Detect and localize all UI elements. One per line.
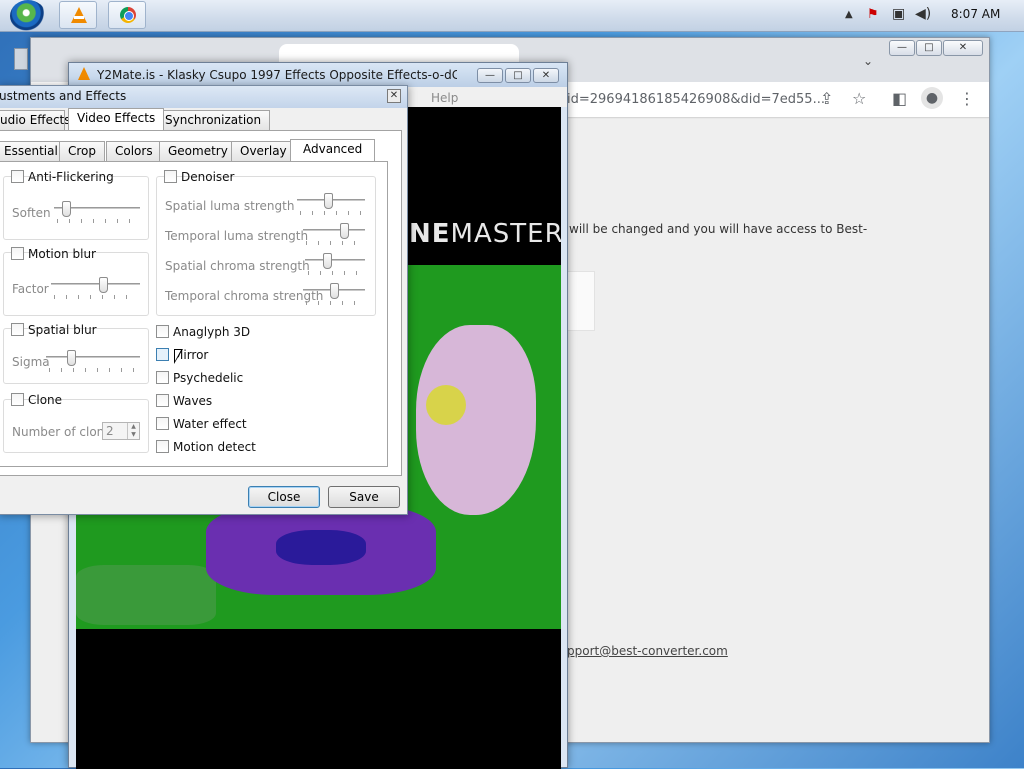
address-bar[interactable]: id=29694186185426908&did=7ed55... bbox=[567, 92, 825, 107]
taskbar-vlc-button[interactable] bbox=[59, 1, 97, 29]
video-overlay-text: NEMASTER bbox=[409, 219, 561, 249]
denoiser-checkbox[interactable] bbox=[164, 170, 177, 183]
temporal-luma-slider[interactable] bbox=[303, 223, 365, 245]
anaglyph-3d-label: Anaglyph 3D bbox=[173, 325, 251, 339]
waves-label: Waves bbox=[173, 394, 213, 408]
soften-slider[interactable] bbox=[54, 201, 140, 223]
factor-slider[interactable] bbox=[51, 277, 140, 299]
soften-label: Soften bbox=[12, 206, 51, 220]
taskbar-chrome-button[interactable] bbox=[108, 1, 146, 29]
psychedelic-label: Psychedelic bbox=[173, 371, 244, 385]
mouse-cursor-icon bbox=[174, 349, 183, 364]
star-icon[interactable]: ☆ bbox=[852, 89, 866, 108]
adjustments-dialog: ustments and Effects ✕ udio Effects Vide… bbox=[0, 85, 408, 515]
dialog-title: ustments and Effects bbox=[0, 89, 127, 103]
anaglyph-3d-checkbox[interactable] bbox=[156, 325, 169, 338]
spatial-chroma-label: Spatial chroma strength bbox=[165, 259, 310, 273]
chevron-up-icon[interactable]: ▲ bbox=[845, 9, 853, 20]
spatial-blur-checkbox[interactable] bbox=[11, 323, 24, 336]
anti-flickering-checkbox[interactable] bbox=[11, 170, 24, 183]
waves-checkbox[interactable] bbox=[156, 394, 169, 407]
anti-flickering-label: Anti-Flickering bbox=[28, 170, 114, 184]
water-effect-checkbox[interactable] bbox=[156, 417, 169, 430]
chrome-icon bbox=[120, 7, 136, 23]
maximize-button[interactable]: □ bbox=[505, 68, 531, 83]
page-text: will be changed and you will have access… bbox=[569, 222, 868, 236]
support-email-link[interactable]: pport@best-converter.com bbox=[567, 644, 728, 658]
taskbar: ▲ ⚑ ▣ ◀) 8:07 AM bbox=[0, 0, 1024, 32]
chrome-window-controls: — □ ✕ bbox=[888, 39, 983, 57]
denoiser-label: Denoiser bbox=[181, 170, 235, 184]
factor-label: Factor bbox=[12, 282, 49, 296]
tab-essential[interactable]: Essential bbox=[0, 141, 67, 161]
minimize-button[interactable]: — bbox=[477, 68, 503, 83]
temporal-luma-label: Temporal luma strength bbox=[165, 229, 309, 243]
desktop-icon[interactable] bbox=[14, 48, 28, 70]
motion-detect-label: Motion detect bbox=[173, 440, 256, 454]
clone-label: Clone bbox=[28, 393, 63, 407]
vlc-icon bbox=[71, 7, 87, 23]
motion-detect-checkbox[interactable] bbox=[156, 440, 169, 453]
tab-geometry[interactable]: Geometry bbox=[159, 141, 237, 161]
temporal-chroma-slider[interactable] bbox=[303, 283, 365, 305]
network-error-icon[interactable]: ⚑ bbox=[867, 7, 879, 22]
water-effect-label: Water effect bbox=[173, 417, 247, 431]
tab-video-effects[interactable]: Video Effects bbox=[68, 108, 165, 130]
vlc-title: Y2Mate.is - Klasky Csupo 1997 Effects Op… bbox=[97, 68, 457, 82]
close-button[interactable]: ✕ bbox=[533, 68, 559, 83]
spin-arrows-icon[interactable]: ▲ ▼ bbox=[127, 423, 139, 439]
close-button[interactable]: Close bbox=[248, 486, 320, 508]
start-button[interactable] bbox=[10, 0, 46, 32]
vlc-titlebar: Y2Mate.is - Klasky Csupo 1997 Effects Op… bbox=[69, 63, 567, 87]
speaker-icon[interactable]: ◀) bbox=[915, 6, 931, 22]
tab-overlay[interactable]: Overlay bbox=[231, 141, 296, 161]
tab-colors[interactable]: Colors bbox=[106, 141, 162, 161]
close-icon[interactable]: ✕ bbox=[387, 89, 401, 103]
menu-help[interactable]: Help bbox=[431, 91, 458, 105]
dialog-titlebar: ustments and Effects ✕ bbox=[0, 86, 407, 108]
motion-blur-label: Motion blur bbox=[28, 247, 96, 261]
share-icon[interactable]: ⇪ bbox=[820, 89, 833, 108]
chevron-down-icon[interactable]: ⌄ bbox=[863, 54, 873, 68]
vlc-window-controls: — □ ✕ bbox=[475, 67, 559, 83]
tab-synchronization[interactable]: Synchronization bbox=[156, 110, 271, 130]
vlc-icon bbox=[78, 67, 90, 80]
spatial-luma-label: Spatial luma strength bbox=[165, 199, 295, 213]
sigma-label: Sigma bbox=[12, 355, 50, 369]
psychedelic-checkbox[interactable] bbox=[156, 371, 169, 384]
temporal-chroma-label: Temporal chroma strength bbox=[165, 289, 324, 303]
spatial-chroma-slider[interactable] bbox=[305, 253, 365, 275]
spatial-blur-label: Spatial blur bbox=[28, 323, 97, 337]
profile-icon[interactable]: ● bbox=[921, 87, 943, 109]
close-button[interactable]: ✕ bbox=[943, 40, 983, 56]
monitor-icon[interactable]: ▣ bbox=[892, 6, 905, 22]
minimize-button[interactable]: — bbox=[889, 40, 915, 56]
number-of-clones-spinbox[interactable]: 2 ▲ ▼ bbox=[102, 422, 140, 440]
clock[interactable]: 8:07 AM bbox=[951, 7, 1000, 21]
side-panel-icon[interactable]: ◧ bbox=[892, 89, 907, 108]
sigma-slider[interactable] bbox=[46, 350, 140, 372]
tab-audio-effects[interactable]: udio Effects bbox=[0, 110, 71, 130]
motion-blur-checkbox[interactable] bbox=[11, 247, 24, 260]
spatial-luma-slider[interactable] bbox=[297, 193, 365, 215]
save-button[interactable]: Save bbox=[328, 486, 400, 508]
clone-checkbox[interactable] bbox=[11, 393, 24, 406]
tab-crop[interactable]: Crop bbox=[59, 141, 106, 161]
tab-advanced[interactable]: Advanced bbox=[290, 139, 376, 161]
maximize-button[interactable]: □ bbox=[916, 40, 942, 56]
menu-icon[interactable]: ⋮ bbox=[959, 89, 975, 108]
mirror-checkbox[interactable] bbox=[156, 348, 169, 361]
